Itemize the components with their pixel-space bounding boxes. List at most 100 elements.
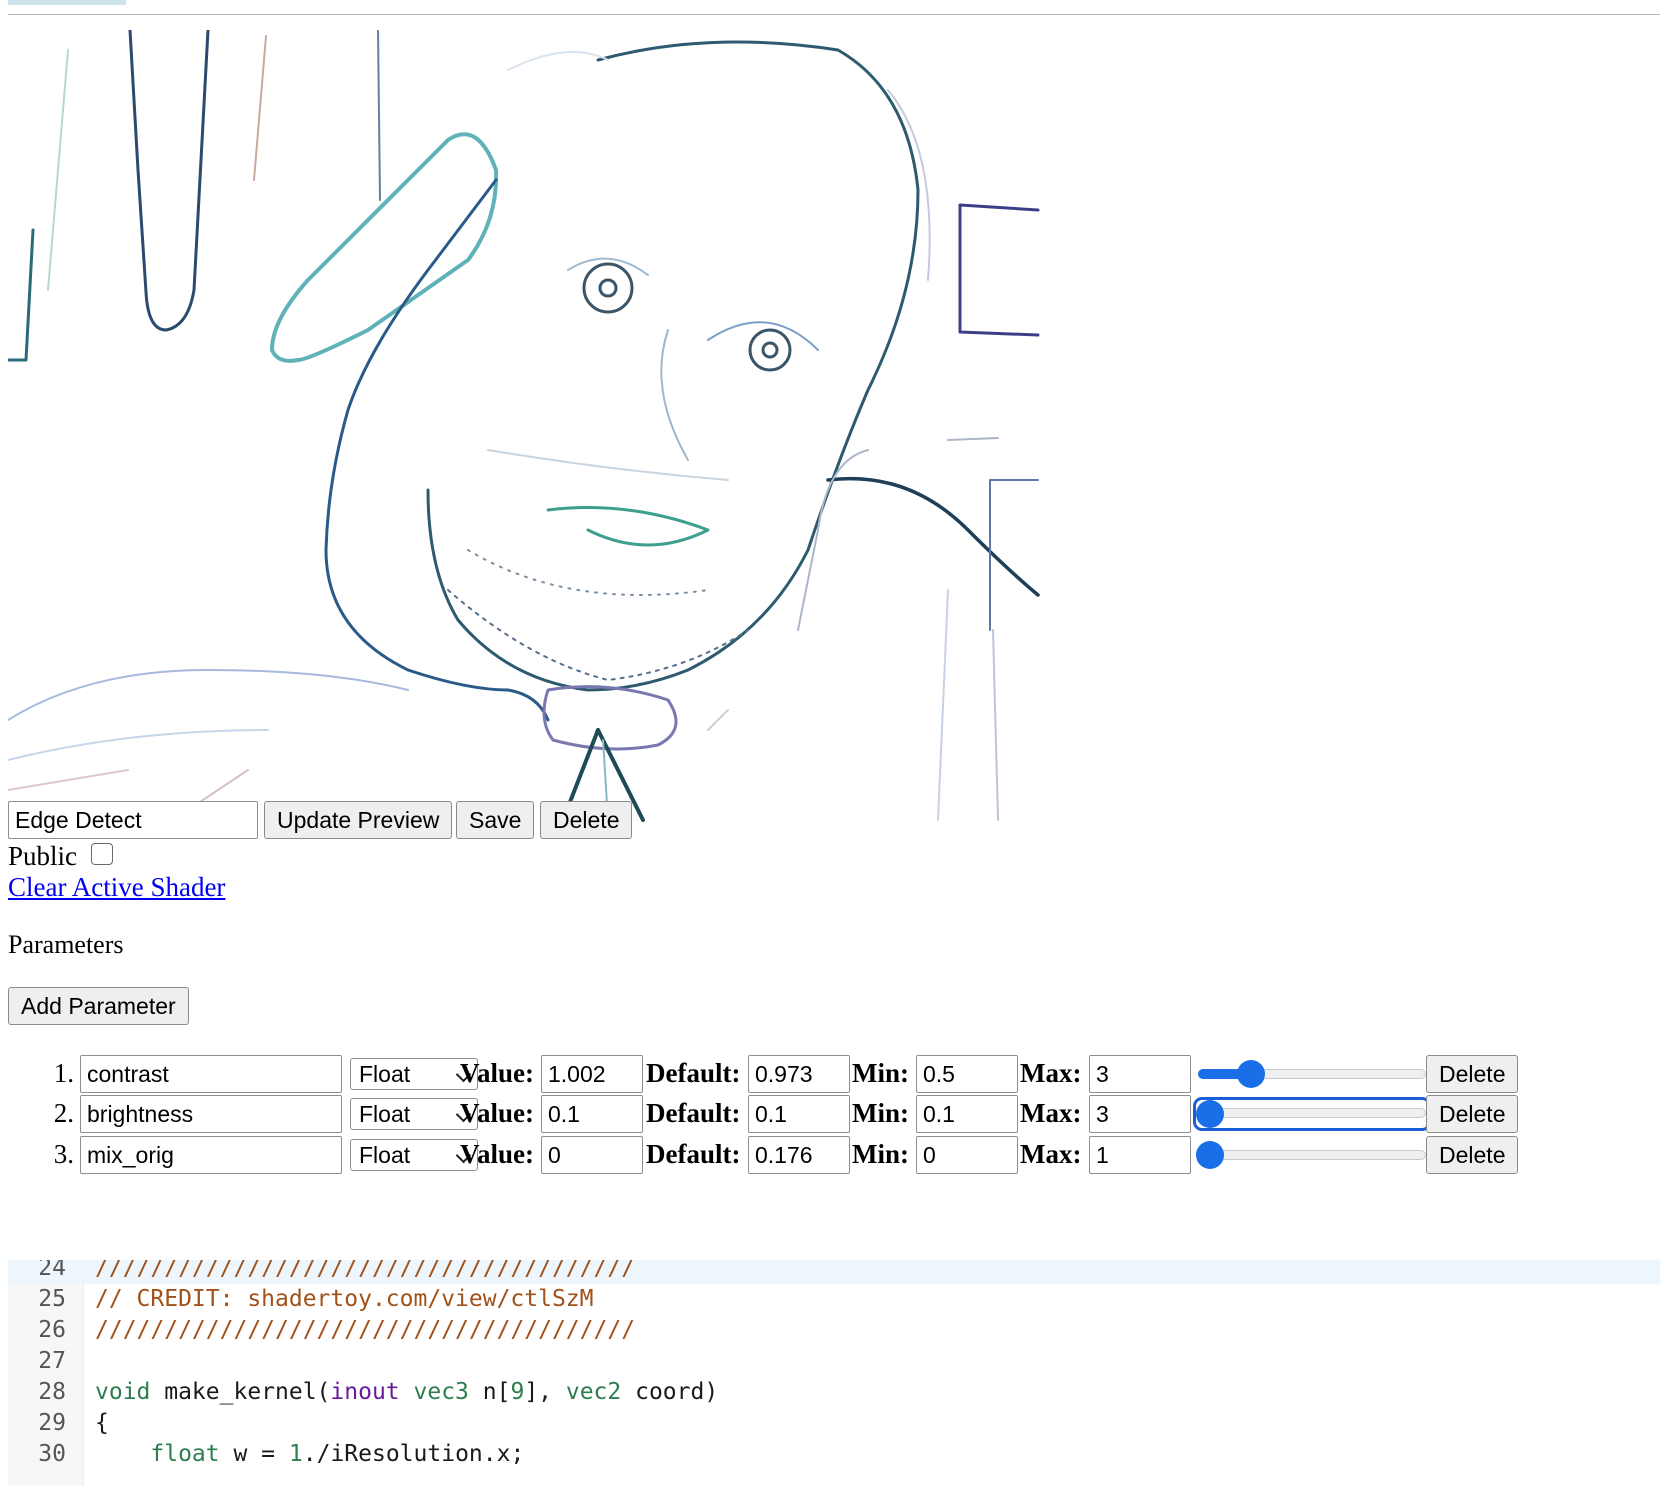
code-line[interactable]: 29 { [8,1407,1660,1439]
default-label: Default: [646,1139,741,1169]
parameter-type-value: Float [359,1101,411,1127]
code-token: /////////////////////////////////////// [95,1317,636,1343]
parameter-type-select[interactable]: Float [350,1058,478,1090]
parameter-default-input[interactable] [748,1095,850,1133]
parameter-type-select[interactable]: Float [350,1139,478,1171]
parameter-min-input[interactable] [916,1055,1018,1093]
parameter-row: 2. Float Value: Default: Min: Max: Delete [0,1095,1660,1135]
code-line[interactable]: 28 void make_kernel(inout vec3 n[9], vec2… [8,1376,1660,1408]
code-token: void [95,1379,151,1405]
add-parameter-button[interactable]: Add Parameter [8,987,189,1025]
code-token: 9 [510,1379,525,1405]
save-button[interactable]: Save [456,801,535,839]
line-number: 28 [38,1379,66,1405]
update-preview-button[interactable]: Update Preview [264,801,453,839]
code-token: float [150,1441,220,1467]
default-label: Default: [646,1058,741,1088]
min-label: Min: [852,1098,909,1128]
clear-active-shader-link[interactable]: Clear Active Shader [8,871,225,903]
value-label: Value: [460,1098,535,1128]
line-number: 27 [38,1348,66,1374]
parameter-value-input[interactable] [541,1055,643,1093]
code-text: void make_kernel(inout vec3 n[9], vec2 c… [95,1376,718,1408]
line-number: 26 [38,1317,66,1343]
code-line[interactable]: 27 [8,1345,1660,1377]
parameter-default-input[interactable] [748,1136,850,1174]
parameter-name-input[interactable] [80,1055,342,1093]
parameter-index: 1. [53,1058,74,1088]
code-token: make_kernel( [150,1379,331,1405]
code-token: w = [219,1441,289,1467]
code-token: 1 [288,1441,303,1467]
parameter-max-input[interactable] [1089,1095,1191,1133]
code-text: /////////////////////////////////////// [95,1260,635,1284]
parameter-min-input[interactable] [916,1095,1018,1133]
code-token: // CREDIT: shadertoy.com/view/ctlSzM [95,1286,594,1312]
max-label: Max: [1020,1139,1082,1169]
delete-parameter-button[interactable]: Delete [1426,1095,1519,1133]
parameter-type-value: Float [359,1061,411,1087]
code-line[interactable]: 30 float w = 1./iResolution.x; [8,1438,1660,1470]
parameter-value-slider[interactable] [1196,1057,1428,1091]
public-checkbox[interactable] [91,843,113,865]
delete-parameter-button[interactable]: Delete [1426,1136,1519,1174]
public-label: Public [8,841,78,871]
parameter-index: 3. [53,1139,74,1169]
parameter-value-slider[interactable] [1193,1097,1431,1131]
code-text: // CREDIT: shadertoy.com/view/ctlSzM [95,1283,594,1315]
code-text: { [95,1407,109,1439]
min-label: Min: [852,1058,909,1088]
code-token: { [95,1410,109,1436]
code-token: ./iResolution.x; [302,1441,525,1467]
max-label: Max: [1020,1098,1082,1128]
value-label: Value: [460,1139,535,1169]
shader-name-input[interactable] [8,801,258,839]
slider-thumb[interactable] [1236,1060,1265,1088]
max-label: Max: [1020,1058,1082,1088]
code-token: vec2 [565,1379,622,1405]
parameter-type-select[interactable]: Float [350,1098,478,1130]
parameter-index: 2. [53,1098,74,1128]
code-token: inout [330,1379,400,1405]
parameter-name-input[interactable] [80,1095,342,1133]
value-label: Value: [460,1058,535,1088]
top-tab-bar [0,0,1660,16]
parameter-value-slider[interactable] [1196,1138,1428,1172]
code-token: vec3 [413,1379,469,1405]
code-token: /////////////////////////////////////// [95,1260,636,1281]
line-number: 30 [38,1441,66,1467]
code-editor[interactable]: 24 //////////////////////////////////////… [8,1260,1660,1486]
line-number: 24 [38,1260,66,1281]
code-line[interactable]: 24 //////////////////////////////////////… [8,1260,1660,1284]
code-text: float w = 1./iResolution.x; [95,1438,524,1470]
parameter-max-input[interactable] [1089,1055,1191,1093]
shader-preview-canvas [8,30,1088,840]
parameters-heading: Parameters [8,930,124,959]
parameter-value-input[interactable] [541,1095,643,1133]
parameter-row: 3. Float Value: Default: Min: Max: Delete [0,1136,1660,1176]
parameter-name-input[interactable] [80,1136,342,1174]
slider-track [1198,1150,1426,1160]
slider-thumb[interactable] [1196,1100,1224,1128]
line-number: 29 [38,1410,66,1436]
code-line[interactable]: 26 //////////////////////////////////////… [8,1314,1660,1346]
code-token: ], [524,1379,566,1405]
parameter-default-input[interactable] [748,1055,850,1093]
code-text: /////////////////////////////////////// [95,1314,635,1346]
line-number: 25 [38,1286,66,1312]
parameter-max-input[interactable] [1089,1136,1191,1174]
slider-thumb[interactable] [1196,1141,1224,1169]
parameter-type-value: Float [359,1142,411,1168]
active-tab-indicator[interactable] [8,0,126,5]
code-line[interactable]: 25 // CREDIT: shadertoy.com/view/ctlSzM [8,1283,1660,1315]
code-token: coord) [621,1379,719,1405]
delete-parameter-button[interactable]: Delete [1426,1055,1519,1093]
min-label: Min: [852,1139,909,1169]
code-token: n[ [468,1379,511,1405]
parameter-value-input[interactable] [541,1136,643,1174]
parameter-row: 1. Float Value: Default: Min: Max: Delete [0,1055,1660,1095]
parameter-min-input[interactable] [916,1136,1018,1174]
delete-shader-button[interactable]: Delete [540,801,633,839]
